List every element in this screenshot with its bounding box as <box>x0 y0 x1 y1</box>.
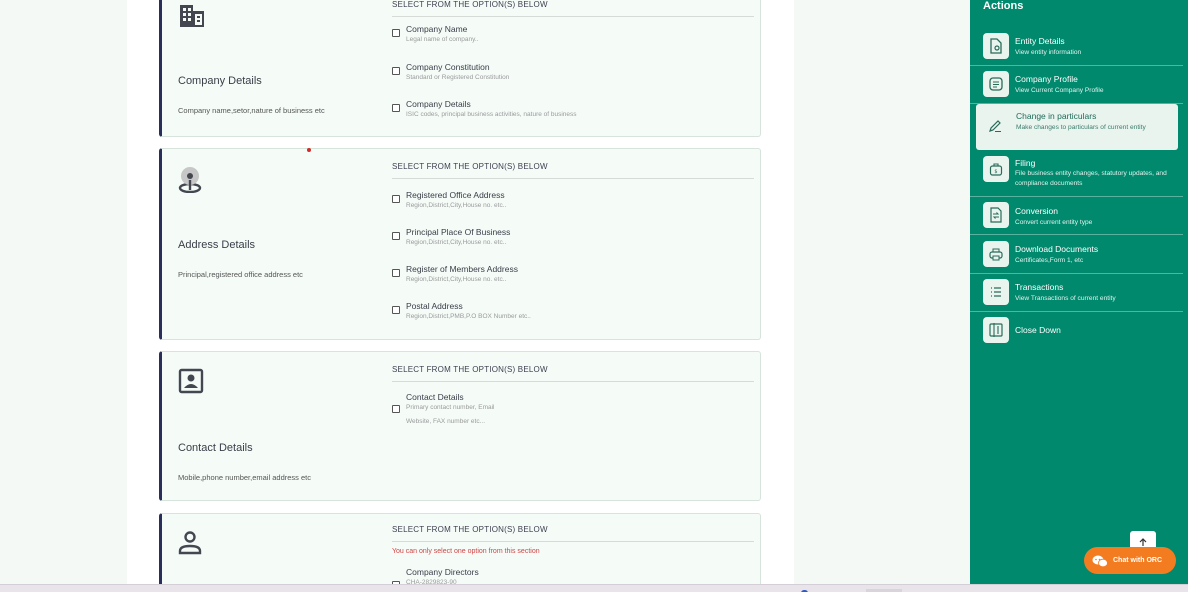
card-description: Principal,registered office address etc <box>178 270 303 279</box>
option-contact-details[interactable]: Contact Details Primary contact number, … <box>392 392 752 430</box>
checkbox[interactable] <box>392 67 400 75</box>
card-title: Contact Details <box>178 442 253 454</box>
sidebar-item-label: Filing <box>1015 158 1036 168</box>
directors-card: SELECT FROM THE OPTION(S) BELOW You can … <box>159 513 761 592</box>
sidebar-item-label: Conversion <box>1015 206 1058 216</box>
option-registered-office-address[interactable]: Registered Office Address Region,Distric… <box>392 190 752 218</box>
svg-text:$: $ <box>994 169 997 175</box>
select-options-header: SELECT FROM THE OPTION(S) BELOW <box>392 525 754 542</box>
sidebar-item-label: Entity Details <box>1015 36 1065 46</box>
actions-sidebar: Actions Entity Details View entity infor… <box>970 0 1188 592</box>
location-pin-icon <box>178 167 202 193</box>
option-subtext: Region,District,City,House no. etc.. <box>406 202 507 209</box>
select-options-header: SELECT FROM THE OPTION(S) BELOW <box>392 162 754 179</box>
contact-card-icon <box>178 368 204 394</box>
chat-label: Chat with ORC <box>1113 557 1162 564</box>
option-subtext: Primary contact number, Email <box>406 404 495 411</box>
select-options-header: SELECT FROM THE OPTION(S) BELOW <box>392 365 754 382</box>
sidebar-item-label: Close Down <box>1015 325 1061 335</box>
chat-with-orc-button[interactable]: Chat with ORC <box>1084 547 1176 574</box>
option-company-name[interactable]: Company Name Legal name of company.. <box>392 24 752 52</box>
option-company-details[interactable]: Company Details ISIC codes, principal bu… <box>392 99 752 127</box>
document-search-icon <box>983 33 1009 59</box>
filing-bag-icon: $ <box>983 156 1009 182</box>
option-subtext: Region,District,City,House no. etc.. <box>406 239 507 246</box>
sidebar-item-label: Download Documents <box>1015 244 1099 254</box>
checkbox[interactable] <box>392 104 400 112</box>
option-subtext-2: Website, FAX number etc... <box>406 418 485 425</box>
single-select-warning: You can only select one option from this… <box>392 548 540 555</box>
sidebar-item-label: Transactions <box>1015 282 1064 292</box>
sidebar-item-subtext: File business entity changes, statutory … <box>1015 170 1167 187</box>
red-marker-dot <box>307 148 311 152</box>
sidebar-item-company-profile[interactable]: Company Profile View Current Company Pro… <box>970 66 1183 104</box>
card-description: Company name,setor,nature of business et… <box>178 106 325 115</box>
option-label: Register of Members Address <box>406 264 518 274</box>
contact-details-card: Contact Details Mobile,phone number,emai… <box>159 351 761 501</box>
option-label: Principal Place Of Business <box>406 227 511 237</box>
option-postal-address[interactable]: Postal Address Region,District,PMB,P.O B… <box>392 301 752 329</box>
profile-list-icon <box>983 71 1009 97</box>
checkbox[interactable] <box>392 195 400 203</box>
arrow-up-icon <box>1139 538 1147 546</box>
option-label: Company Name <box>406 24 468 34</box>
sidebar-item-filing[interactable]: $ Filing File business entity changes, s… <box>970 150 1183 197</box>
checkbox[interactable] <box>392 306 400 314</box>
sidebar-item-download-documents[interactable]: Download Documents Certificates,Form 1, … <box>970 235 1183 274</box>
sidebar-item-label: Change in particulars <box>1016 111 1097 121</box>
bottom-strip <box>0 584 1188 592</box>
sidebar-item-close-down[interactable]: Close Down <box>970 312 1183 348</box>
checkbox[interactable] <box>392 232 400 240</box>
building-icon <box>180 5 204 27</box>
option-principal-place-of-business[interactable]: Principal Place Of Business Region,Distr… <box>392 227 752 255</box>
sidebar-item-entity-details[interactable]: Entity Details View entity information <box>970 28 1183 66</box>
card-title: Address Details <box>178 239 256 251</box>
list-icon <box>983 279 1009 305</box>
person-icon <box>178 531 202 555</box>
close-down-icon <box>983 317 1009 343</box>
sidebar-title: Actions <box>983 0 1024 12</box>
sidebar-item-change-in-particulars[interactable]: Change in particulars Make changes to pa… <box>976 104 1178 150</box>
checkbox[interactable] <box>392 405 400 413</box>
sidebar-item-subtext: Make changes to particulars of current e… <box>1016 124 1146 131</box>
option-subtext: Region,District,City,House no. etc.. <box>406 276 507 283</box>
option-subtext: Standard or Registered Constitution <box>406 74 510 81</box>
sidebar-item-subtext: View Current Company Profile <box>1015 87 1104 94</box>
chat-bubble-icon <box>1092 555 1108 567</box>
main-content: Company Details Company name,setor,natur… <box>127 0 794 592</box>
checkbox[interactable] <box>392 269 400 277</box>
sidebar-item-subtext: View entity information <box>1015 49 1082 56</box>
option-subtext: ISIC codes, principal business activitie… <box>406 111 577 118</box>
checkbox[interactable] <box>392 29 400 37</box>
option-label: Postal Address <box>406 301 463 311</box>
option-label: Company Details <box>406 99 471 109</box>
sidebar-item-transactions[interactable]: Transactions View Transactions of curren… <box>970 274 1183 312</box>
option-label: Contact Details <box>406 392 464 402</box>
sidebar-item-subtext: Convert current entity type <box>1015 219 1093 226</box>
printer-icon <box>983 241 1009 267</box>
pencil-icon <box>982 113 1008 139</box>
sidebar-item-label: Company Profile <box>1015 74 1078 84</box>
option-subtext: Region,District,PMB,P.O BOX Number etc.. <box>406 313 531 320</box>
option-company-constitution[interactable]: Company Constitution Standard or Registe… <box>392 62 752 90</box>
select-options-header: SELECT FROM THE OPTION(S) BELOW <box>392 0 754 17</box>
card-description: Mobile,phone number,email address etc <box>178 473 311 482</box>
address-details-card: Address Details Principal,registered off… <box>159 148 761 340</box>
option-label: Company Constitution <box>406 62 490 72</box>
option-label: Registered Office Address <box>406 190 505 200</box>
sidebar-item-subtext: Certificates,Form 1, etc <box>1015 257 1084 264</box>
conversion-icon <box>983 202 1009 228</box>
sidebar-item-subtext: View Transactions of current entity <box>1015 295 1116 302</box>
company-details-card: Company Details Company name,setor,natur… <box>159 0 761 137</box>
option-label: Company Directors <box>406 567 479 577</box>
card-title: Company Details <box>178 75 262 87</box>
option-register-of-members-address[interactable]: Register of Members Address Region,Distr… <box>392 264 752 292</box>
option-subtext: Legal name of company.. <box>406 36 479 43</box>
sidebar-item-conversion[interactable]: Conversion Convert current entity type <box>970 197 1183 235</box>
